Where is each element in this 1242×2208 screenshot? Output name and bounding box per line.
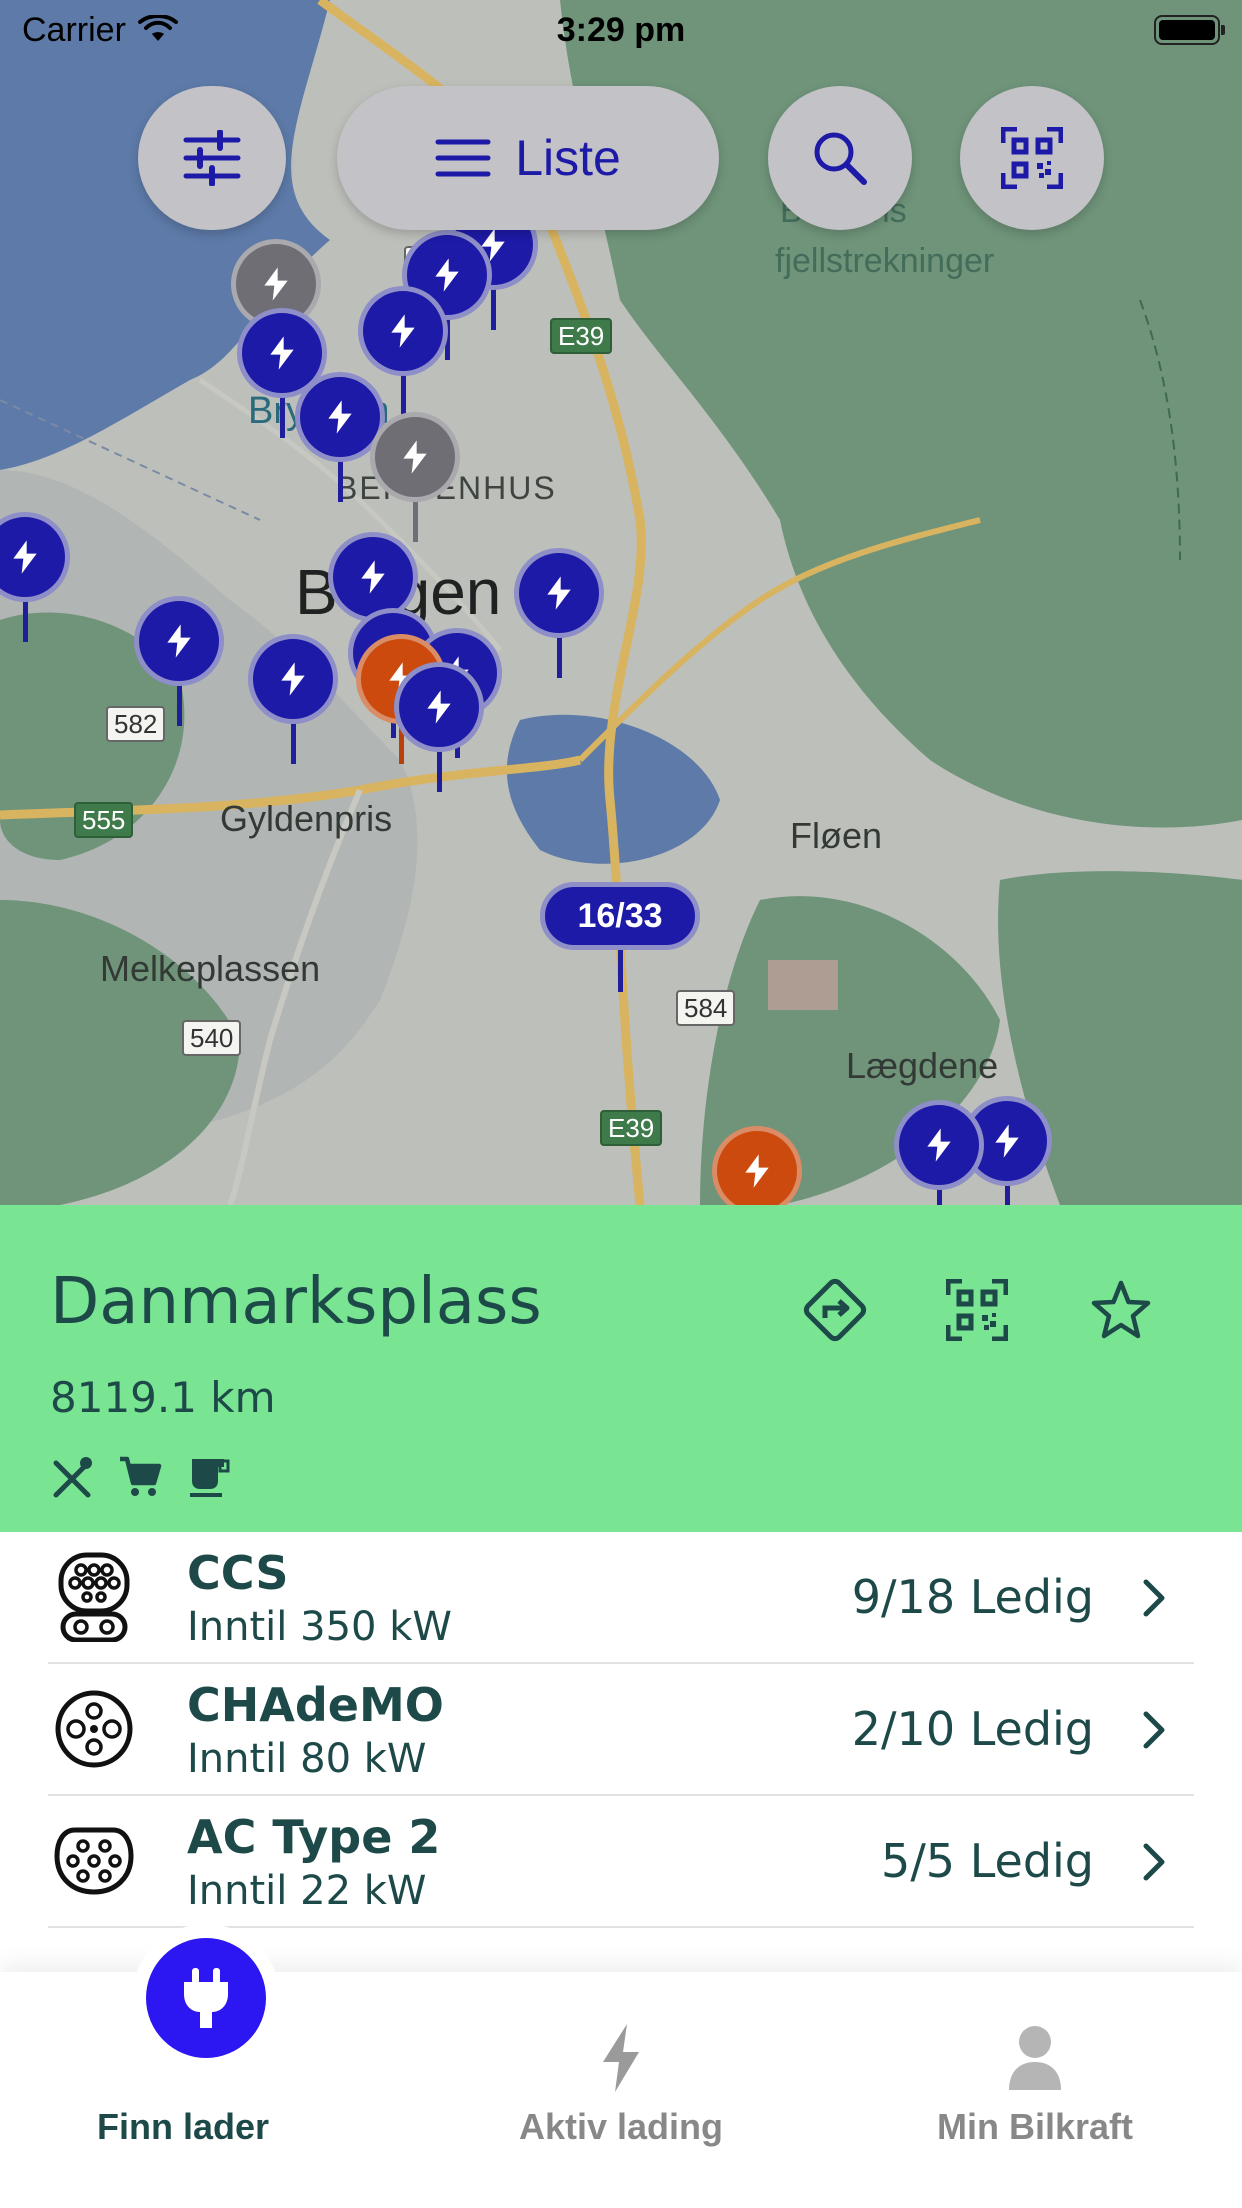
tab-label: Min Bilkraft	[936, 2106, 1133, 2147]
charger-pin[interactable]	[0, 512, 70, 644]
bolt-icon	[167, 624, 191, 658]
connector-power: Inntil 80 kW	[187, 1736, 427, 1782]
bolt-icon	[328, 400, 352, 434]
status-bar: Carrier 3:29 pm	[0, 0, 1242, 60]
menu-icon	[435, 139, 491, 177]
bolt-icon	[264, 267, 288, 301]
bolt-icon	[547, 576, 571, 610]
connector-list: CCS Inntil 350 kW 9/18 Ledig CHAdeMO Inn…	[0, 1532, 1242, 1928]
find-charger-highlight	[132, 1924, 280, 2072]
connector-availability: 9/18 Ledig	[851, 1570, 1094, 1624]
charger-pin-offline[interactable]	[370, 412, 460, 544]
tab-find-charger[interactable]: Finn lader	[0, 1924, 414, 2172]
station-qr-button[interactable]	[932, 1265, 1022, 1355]
list-button-label: Liste	[515, 130, 621, 186]
bolt-icon	[391, 314, 415, 348]
person-icon	[1009, 2026, 1061, 2090]
search-icon	[814, 132, 867, 185]
connector-power: Inntil 350 kW	[187, 1604, 452, 1650]
bolt-icon	[361, 560, 385, 594]
road-shield: 584	[676, 990, 736, 1026]
map-label-gyldenpris: Gyldenpris	[220, 798, 393, 839]
bolt-icon	[603, 2024, 639, 2092]
tab-my-account[interactable]: Min Bilkraft	[828, 1972, 1242, 2172]
star-icon	[1091, 1280, 1151, 1339]
map-label-laegdene: Lægdene	[846, 1045, 999, 1086]
bolt-icon	[13, 540, 37, 574]
connector-row-type2[interactable]: AC Type 2 Inntil 22 kW 5/5 Ledig	[48, 1796, 1194, 1928]
map-label-park-line2: fjellstrekninger	[775, 242, 995, 280]
chevron-right-icon	[1134, 1706, 1174, 1754]
shopping-cart-icon	[118, 1455, 162, 1499]
status-time: 3:29 pm	[556, 10, 686, 49]
charger-pin[interactable]	[394, 662, 484, 794]
tab-bar: Finn lader Aktiv lading Min Bilkraft	[0, 1924, 1242, 2208]
connector-name: CCS	[187, 1546, 289, 1600]
qr-code-icon	[1001, 127, 1063, 189]
map-view[interactable]: Bergens fjellstrekninger BERGENHUS Berge…	[0, 0, 1242, 1205]
bolt-icon	[281, 662, 305, 696]
connector-availability: 5/5 Ledig	[881, 1834, 1094, 1888]
bolt-icon	[995, 1124, 1019, 1158]
connector-name: CHAdeMO	[187, 1678, 444, 1732]
bolt-icon	[270, 336, 294, 370]
chevron-right-icon	[1134, 1574, 1174, 1622]
tab-active-charging[interactable]: Aktiv lading	[414, 1972, 828, 2172]
connector-row-chademo[interactable]: CHAdeMO Inntil 80 kW 2/10 Ledig	[48, 1664, 1194, 1796]
bolt-icon	[403, 440, 427, 474]
coffee-icon	[186, 1455, 230, 1499]
map-label-melkeplassen: Melkeplassen	[100, 948, 321, 989]
chademo-connector-icon	[52, 1684, 136, 1774]
charger-pin[interactable]	[134, 596, 224, 728]
restaurant-icon	[50, 1455, 94, 1499]
wifi-icon	[137, 15, 178, 41]
tab-label: Finn lader	[96, 2106, 270, 2147]
map-label-park-2: fjellstrekninger	[775, 242, 994, 281]
bolt-icon	[427, 690, 451, 724]
charger-cluster[interactable]: 16/33	[540, 882, 700, 992]
ccs-connector-icon	[52, 1552, 136, 1642]
connector-availability: 2/10 Ledig	[851, 1702, 1094, 1756]
search-button[interactable]	[768, 86, 912, 230]
connector-row-ccs[interactable]: CCS Inntil 350 kW 9/18 Ledig	[48, 1532, 1194, 1664]
charger-pin-busy[interactable]	[712, 1126, 802, 1205]
connector-name: AC Type 2	[187, 1810, 441, 1864]
road-shield: 540	[182, 1020, 242, 1056]
charger-pin[interactable]	[248, 634, 338, 766]
charger-pin[interactable]	[894, 1100, 984, 1205]
station-distance: 8119.1 km	[50, 1373, 276, 1422]
map-label-floen: Fløen	[790, 815, 883, 856]
connector-power: Inntil 22 kW	[187, 1868, 427, 1914]
carrier-label: Carrier	[22, 10, 126, 49]
road-shield: E39	[600, 1110, 663, 1146]
cluster-count: 16/33	[540, 882, 700, 950]
bolt-icon	[745, 1154, 769, 1188]
station-details-panel[interactable]: Danmarksplass 8119.1 km	[0, 1205, 1242, 1532]
sliders-icon	[183, 130, 241, 186]
favorite-button[interactable]	[1076, 1265, 1166, 1355]
type2-connector-icon	[52, 1816, 136, 1906]
directions-button[interactable]	[790, 1265, 880, 1355]
qr-code-icon	[946, 1279, 1008, 1341]
tab-label: Aktiv lading	[518, 2106, 724, 2147]
road-shield: 555	[74, 802, 134, 838]
qr-scan-button[interactable]	[960, 86, 1104, 230]
plug-icon	[184, 1968, 228, 2028]
battery-icon	[1154, 15, 1225, 45]
charger-pin[interactable]	[514, 548, 604, 680]
bolt-icon	[927, 1128, 951, 1162]
chevron-right-icon	[1134, 1838, 1174, 1886]
amenities-list	[50, 1455, 230, 1499]
station-name: Danmarksplass	[50, 1265, 542, 1339]
filter-button[interactable]	[138, 86, 286, 230]
road-shield: E39	[550, 318, 613, 354]
directions-icon	[803, 1278, 867, 1342]
list-view-button[interactable]: Liste	[337, 86, 719, 230]
